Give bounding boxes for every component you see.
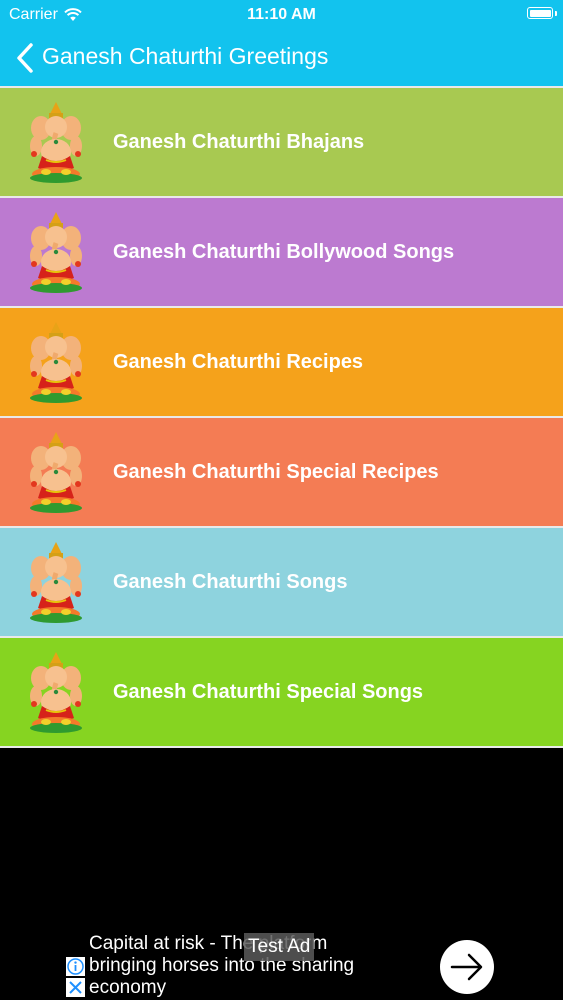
ganesha-icon	[30, 432, 82, 513]
test-ad-badge: Test Ad	[244, 933, 315, 961]
battery-tip	[555, 11, 557, 16]
menu-item-label: Ganesh Chaturthi Songs	[113, 571, 348, 593]
navigation-bar: Ganesh Chaturthi Greetings	[0, 30, 563, 86]
nav-title[interactable]: Ganesh Chaturthi Greetings	[42, 43, 328, 70]
menu-item[interactable]: Ganesh Chaturthi Bhajans	[0, 86, 563, 196]
menu-item-label: Ganesh Chaturthi Special Recipes	[113, 461, 439, 483]
chevron-left-icon[interactable]	[14, 42, 38, 74]
status-time: 11:10 AM	[247, 6, 316, 23]
status-bar: Carrier 11:10 AM	[0, 0, 563, 30]
menu-item[interactable]: Ganesh Chaturthi Recipes	[0, 306, 563, 416]
menu-item-label: Ganesh Chaturthi Recipes	[113, 351, 364, 373]
ganesha-icon	[30, 102, 82, 183]
ganesha-icon	[30, 652, 82, 733]
app-screen: Carrier 11:10 AM Ganesh Chaturthi Greeti…	[0, 0, 563, 1000]
ganesha-icon	[30, 322, 82, 403]
arrow-right-icon	[450, 953, 483, 981]
ad-text[interactable]: Capital at risk - The platform bringing …	[89, 933, 389, 999]
ganesha-icon	[30, 542, 82, 623]
menu-item-label: Ganesh Chaturthi Bollywood Songs	[113, 241, 455, 263]
menu-item[interactable]: Ganesh Chaturthi Special Recipes	[0, 416, 563, 526]
menu-item[interactable]: Ganesh Chaturthi Special Songs	[0, 636, 563, 748]
menu-list: Ganesh Chaturthi Bhajans Ganesh Chaturth…	[0, 86, 563, 748]
menu-item-label: Ganesh Chaturthi Special Songs	[113, 681, 424, 703]
battery-icon	[527, 7, 553, 19]
menu-item[interactable]: Ganesh Chaturthi Songs	[0, 526, 563, 636]
ganesha-icon	[30, 212, 82, 293]
close-icon[interactable]	[66, 978, 85, 997]
ad-open-button[interactable]	[440, 940, 494, 994]
menu-item[interactable]: Ganesh Chaturthi Bollywood Songs	[0, 196, 563, 306]
menu-item-label: Ganesh Chaturthi Bhajans	[113, 131, 365, 153]
info-icon[interactable]	[66, 957, 85, 976]
